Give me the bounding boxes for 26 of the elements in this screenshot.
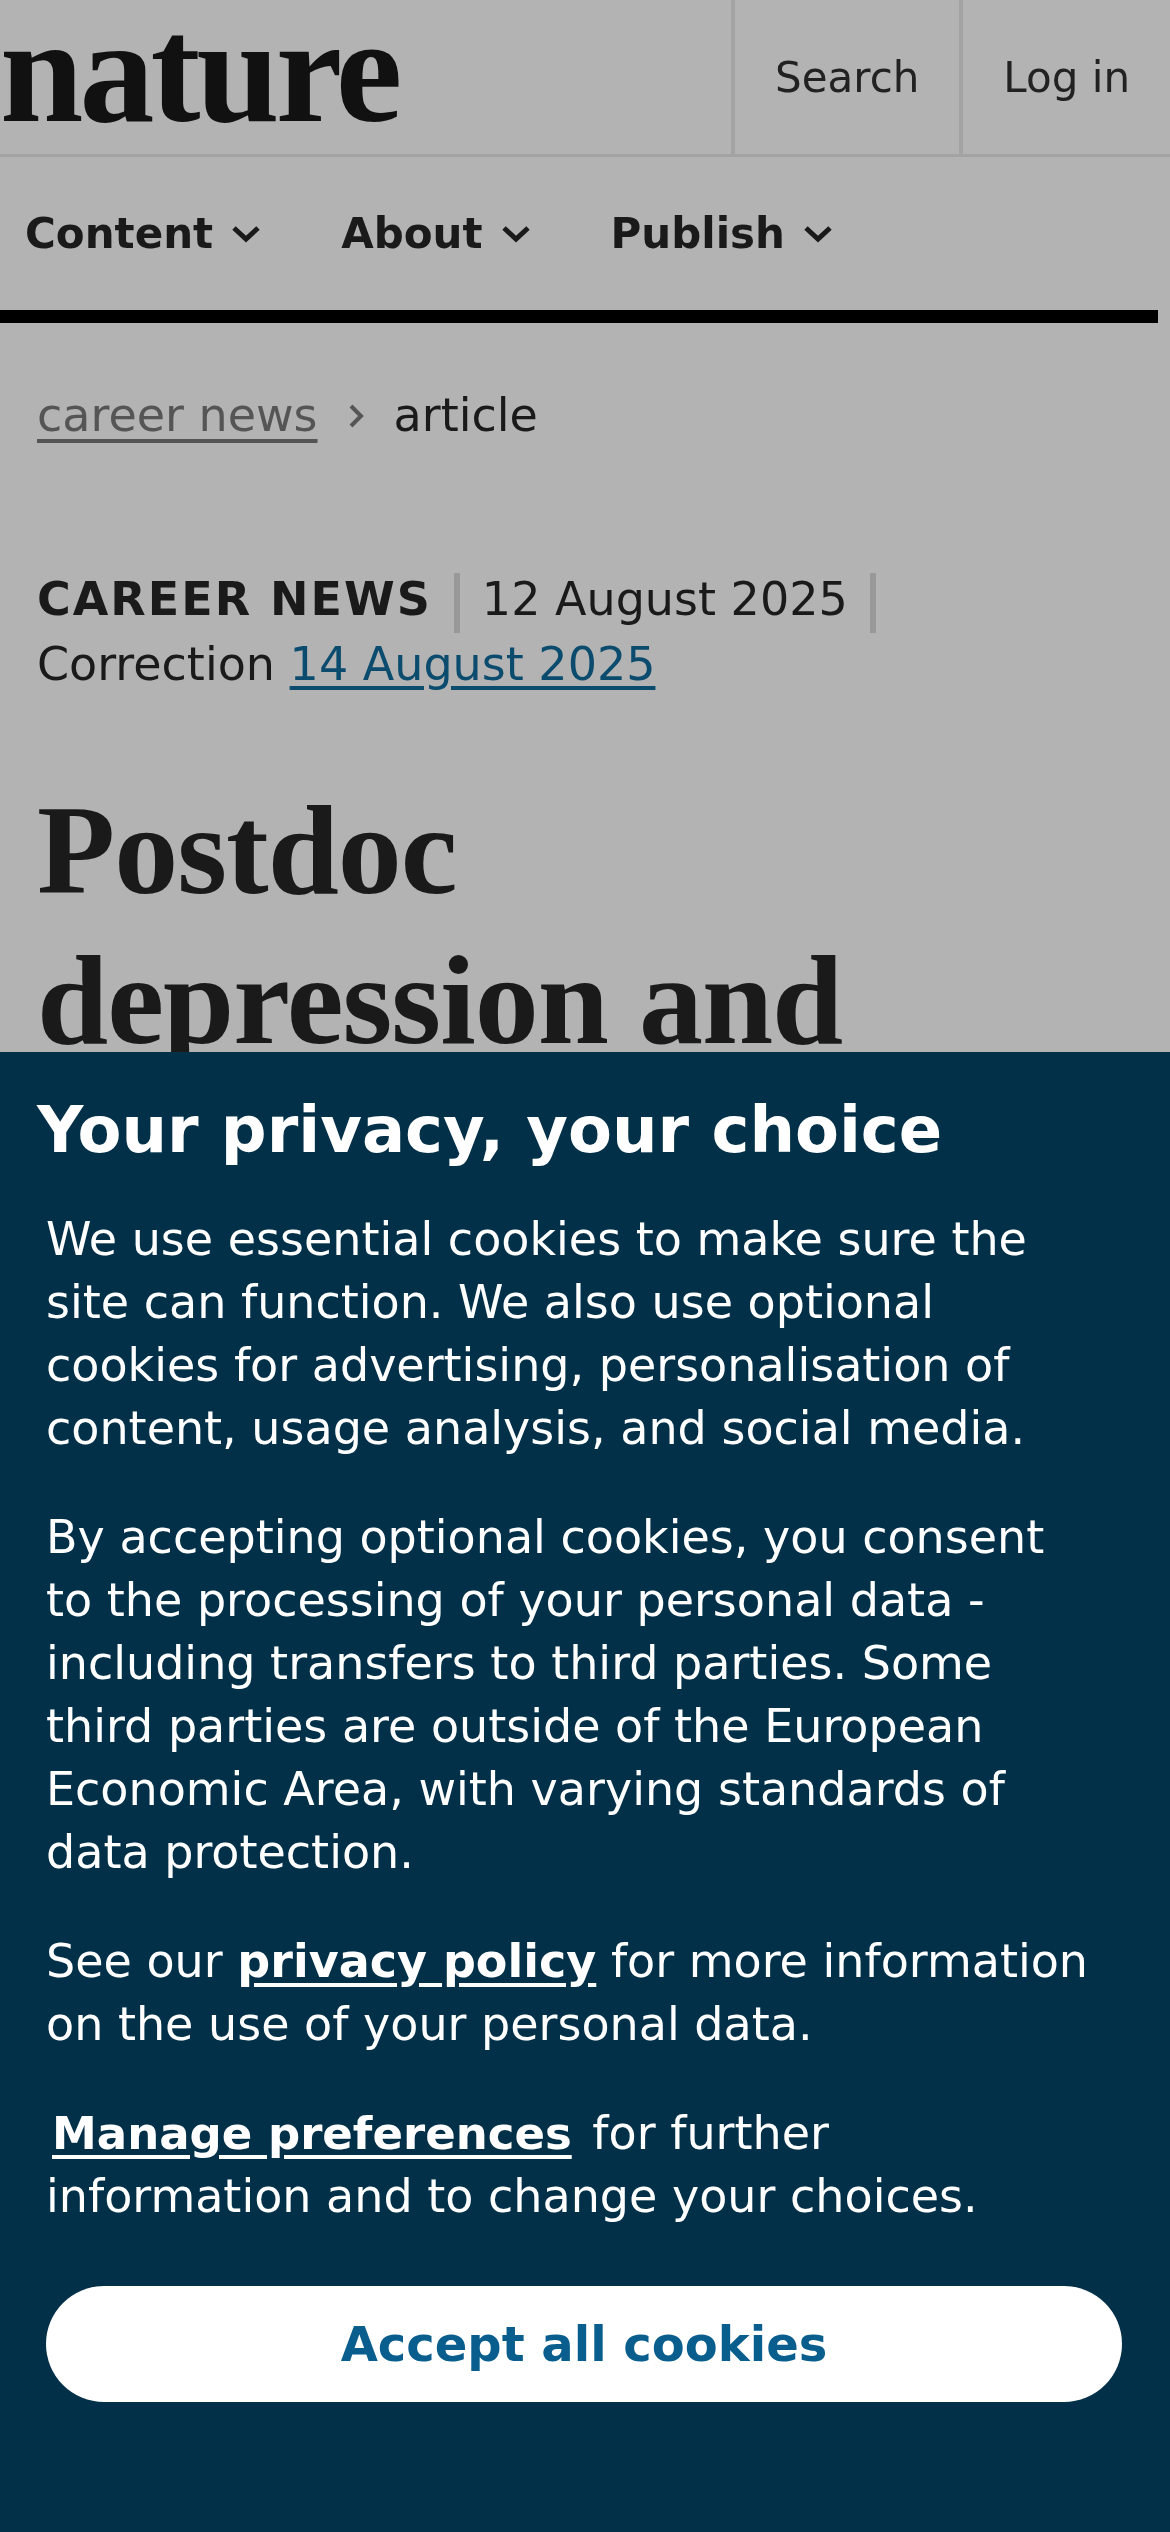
nav-menu-button[interactable]: About [341,202,531,265]
nav-menu-button[interactable]: Publish [610,202,833,265]
correction-label: Correction [37,636,275,691]
chevron-down-icon [231,223,262,244]
manage-preferences-link[interactable]: Manage preferences [46,2102,578,2165]
banner-paragraph: Manage preferences for further information and to change your choices. [46,2102,1100,2228]
privacy-policy-link[interactable]: privacy policy [237,1934,597,1988]
breadcrumb-current: article [393,387,538,444]
login-button[interactable]: Log in [959,0,1170,154]
chevron-down-icon [500,223,531,244]
breadcrumb-link[interactable]: career news [37,381,318,450]
correction-date-link[interactable]: 14 August 2025 [289,636,656,691]
logo[interactable]: nature [0,0,732,145]
publish-date: 12 August 2025 [481,572,848,626]
banner-paragraph: See our privacy policy for more information on the use of your personal data. [46,1933,1090,2053]
chevron-right-icon [347,402,364,429]
banner-paragraph: We use essential cookies to make sure the site can function. We also use optional cookies for advertising, personalisation of content, usage analysis, and social media. [46,1211,1028,1457]
search-button[interactable]: Search [731,0,960,154]
chevron-down-icon [803,223,833,244]
nav-menu-button[interactable]: Content [25,202,262,265]
banner-paragraph: By accepting optional cookies, you consent to the processing of your personal data - including transfers to third parties. Some third parties are outside of the European Economic Area, with varying standards of data protection. [46,1509,1046,1881]
banner-title: Your privacy, your choice [37,1092,944,1169]
headline: Postdoc [37,777,458,923]
headline: depression and [37,927,844,1073]
article-type: CAREER NEWS [37,572,432,626]
accept-all-button[interactable]: Accept all cookies [46,2286,1122,2402]
